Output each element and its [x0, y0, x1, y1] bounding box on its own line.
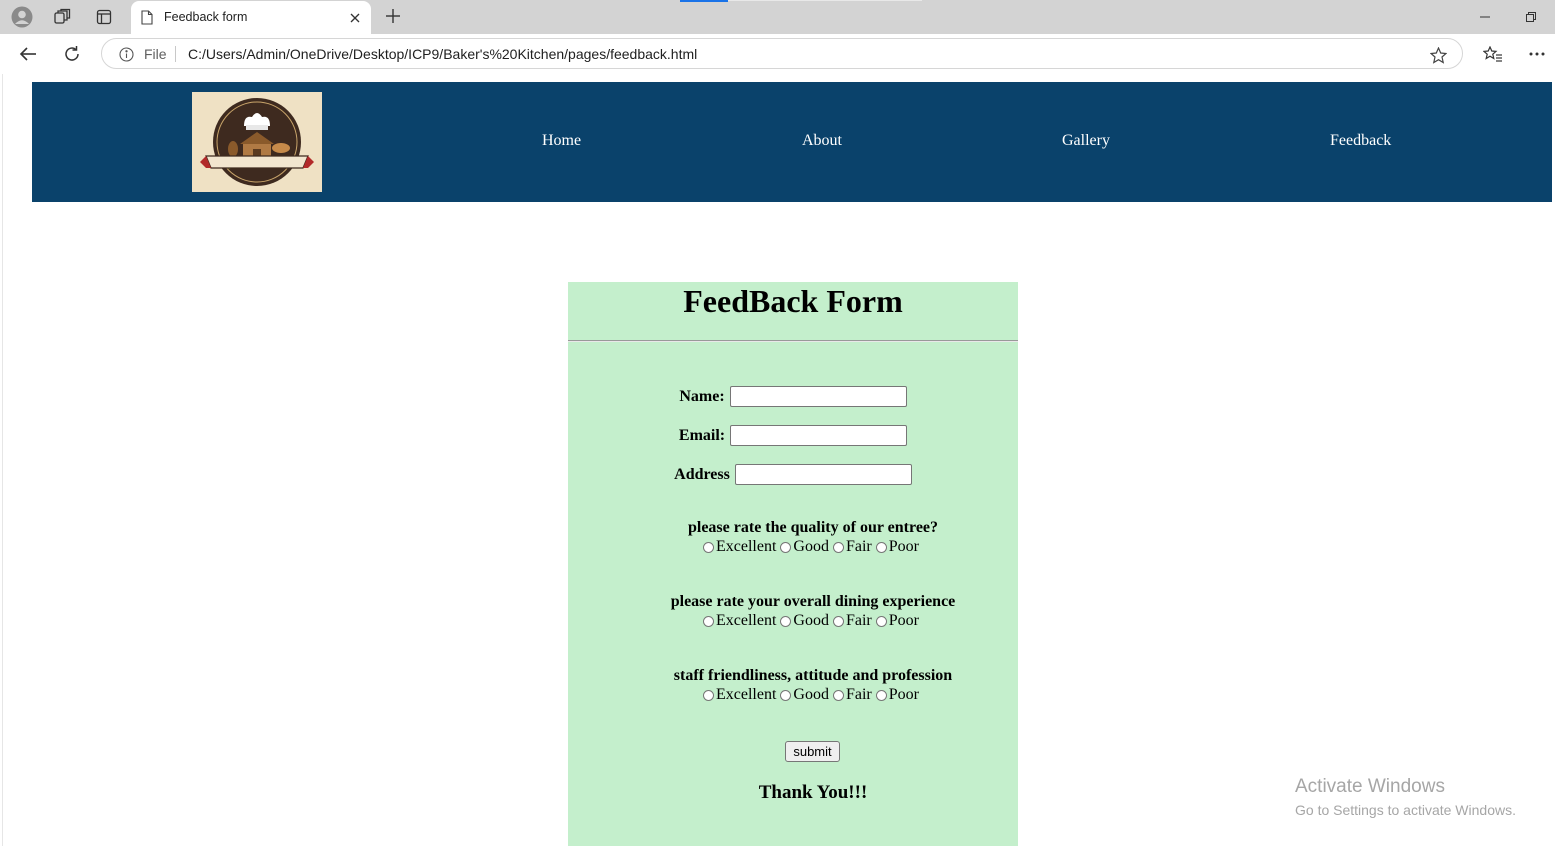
option-excellent[interactable]: Excellent: [703, 538, 776, 556]
file-scheme-label: File: [144, 46, 167, 62]
option-label: Poor: [888, 686, 919, 703]
option-label: Fair: [845, 612, 872, 629]
loading-indicator: [680, 0, 728, 2]
option-label: Poor: [888, 538, 919, 555]
tab-title: Feedback form: [164, 10, 248, 24]
nav-gallery-link[interactable]: Gallery: [1062, 132, 1110, 150]
restore-window-icon[interactable]: [1520, 7, 1542, 27]
option-fair[interactable]: Fair: [832, 686, 872, 704]
option-label: Good: [793, 538, 829, 555]
option-fair[interactable]: Fair: [832, 612, 872, 630]
name-input[interactable]: [729, 386, 907, 407]
radio-button[interactable]: [780, 689, 792, 701]
active-tab[interactable]: Feedback form: [131, 1, 371, 34]
radio-button[interactable]: [875, 615, 887, 627]
browser-tab-strip: Feedback form: [0, 0, 1555, 34]
email-label: Email:: [678, 426, 726, 444]
option-excellent[interactable]: Excellent: [703, 612, 776, 630]
radio-button[interactable]: [832, 689, 844, 701]
profile-avatar-icon[interactable]: [10, 5, 34, 29]
options-entree-quality: Excellent Good Fair Poor: [568, 538, 1058, 556]
form-title: FeedBack Form: [683, 283, 903, 319]
option-good[interactable]: Good: [780, 686, 829, 704]
address-bar-row: File C:/Users/Admin/OneDrive/Desktop/ICP…: [0, 34, 1555, 74]
option-poor[interactable]: Poor: [875, 686, 919, 704]
address-row: Address: [568, 464, 1018, 485]
option-excellent[interactable]: Excellent: [703, 686, 776, 704]
nav-feedback-link[interactable]: Feedback: [1330, 132, 1391, 150]
loading-track: [728, 0, 922, 1]
info-icon[interactable]: [118, 46, 134, 62]
radio-button[interactable]: [780, 541, 792, 553]
name-row: Name:: [568, 386, 1018, 407]
bakers-kitchen-logo[interactable]: [192, 92, 322, 192]
question-entree-quality: please rate the quality of our entree?: [687, 519, 939, 536]
option-good[interactable]: Good: [780, 538, 829, 556]
options-staff-friendliness: Excellent Good Fair Poor: [568, 686, 1058, 704]
page-viewport: Home About Gallery Feedback FeedBack For…: [0, 74, 1555, 846]
option-poor[interactable]: Poor: [875, 612, 919, 630]
radio-button[interactable]: [875, 541, 887, 553]
option-poor[interactable]: Poor: [875, 538, 919, 556]
address-bar[interactable]: File C:/Users/Admin/OneDrive/Desktop/ICP…: [101, 38, 1463, 69]
option-label: Poor: [888, 612, 919, 629]
back-arrow-icon[interactable]: [16, 42, 40, 66]
radio-button[interactable]: [703, 615, 714, 627]
email-input[interactable]: [730, 425, 908, 446]
name-label: Name:: [679, 387, 725, 405]
radio-button[interactable]: [832, 615, 844, 627]
more-options-icon[interactable]: [1525, 43, 1549, 65]
minimize-icon[interactable]: [1474, 7, 1496, 27]
activate-windows-title: Activate Windows: [1295, 776, 1445, 797]
option-label: Fair: [845, 686, 872, 703]
radio-button[interactable]: [875, 689, 887, 701]
workspaces-icon[interactable]: [50, 5, 74, 29]
option-label: Excellent: [716, 686, 777, 703]
favorite-star-icon[interactable]: [1428, 45, 1448, 65]
address-input[interactable]: [734, 464, 912, 485]
nav-about-link[interactable]: About: [802, 132, 842, 150]
feedback-form: FeedBack Form Name: Email: Address pleas…: [568, 282, 1018, 846]
url-text[interactable]: C:/Users/Admin/OneDrive/Desktop/ICP9/Bak…: [188, 46, 697, 62]
page-document-icon: [139, 9, 155, 25]
nav-home-link[interactable]: Home: [542, 132, 581, 150]
thank-you-text: Thank You!!!: [758, 782, 868, 803]
vertical-tabs-icon[interactable]: [92, 5, 116, 29]
close-tab-icon[interactable]: [347, 10, 363, 26]
question-staff-friendliness: staff friendliness, attitude and profess…: [673, 667, 953, 684]
address-separator: [175, 46, 176, 62]
option-label: Excellent: [716, 612, 777, 629]
favorites-list-icon[interactable]: [1481, 43, 1505, 65]
email-row: Email:: [568, 425, 1018, 446]
radio-button[interactable]: [832, 541, 844, 553]
option-label: Excellent: [716, 538, 777, 555]
radio-button[interactable]: [780, 615, 792, 627]
radio-button[interactable]: [703, 541, 714, 553]
option-good[interactable]: Good: [780, 612, 829, 630]
question-dining-experience: please rate your overall dining experien…: [670, 593, 956, 610]
address-label: Address: [674, 465, 730, 483]
new-tab-icon[interactable]: [382, 5, 404, 27]
option-label: Good: [793, 612, 829, 629]
submit-button[interactable]: submit: [785, 741, 840, 762]
refresh-icon[interactable]: [60, 42, 84, 66]
activate-windows-subtitle: Go to Settings to activate Windows.: [1295, 802, 1516, 818]
option-fair[interactable]: Fair: [832, 538, 872, 556]
site-navbar: Home About Gallery Feedback: [32, 82, 1552, 202]
form-divider: [568, 340, 1018, 342]
radio-button[interactable]: [703, 689, 714, 701]
options-dining-experience: Excellent Good Fair Poor: [568, 612, 1058, 630]
option-label: Fair: [845, 538, 872, 555]
option-label: Good: [793, 686, 829, 703]
